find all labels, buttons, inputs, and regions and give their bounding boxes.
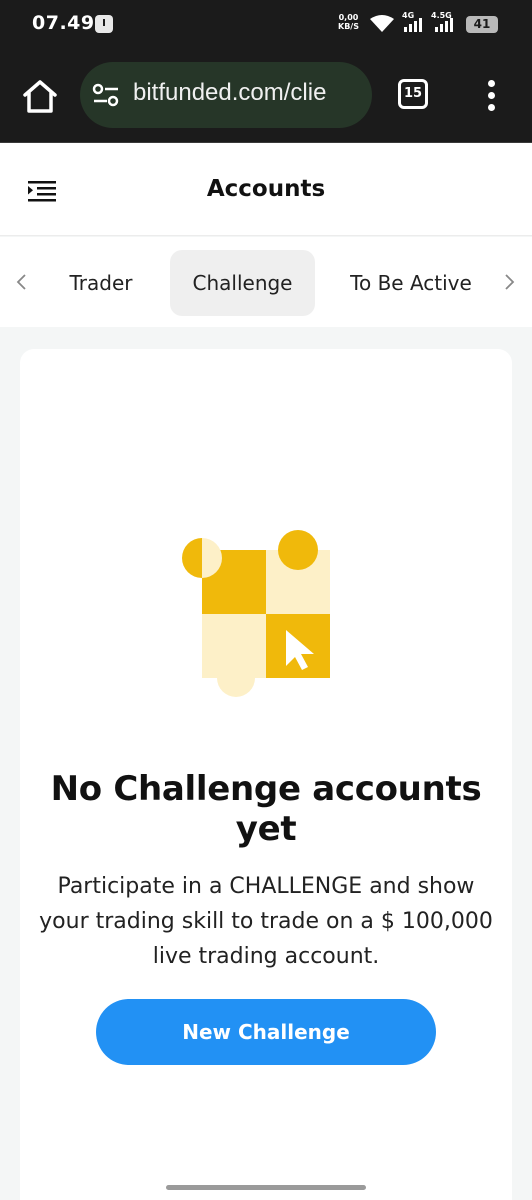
chevron-left-icon[interactable] [15, 273, 29, 291]
empty-state-description-line: Participate in a CHALLENGE and show [57, 874, 475, 899]
tab-trader[interactable]: Trader [46, 250, 156, 316]
app-header: Accounts [0, 143, 532, 236]
empty-state-description: Participate in a CHALLENGE and show your… [20, 869, 512, 974]
more-vertical-icon[interactable] [482, 78, 502, 112]
empty-state-title: No Challenge accounts yet [50, 769, 482, 849]
address-bar[interactable]: bitfunded.com/clie [80, 62, 372, 128]
status-bar: 07.49 0,00 KB/S 4G 4.5G 41 [0, 0, 532, 48]
browser-toolbar: bitfunded.com/clie 15 [0, 48, 532, 143]
url-text[interactable]: bitfunded.com/clie [133, 79, 326, 107]
network-speed-value: 0,00 [338, 13, 359, 22]
new-challenge-button[interactable]: New Challenge [96, 999, 436, 1065]
empty-state-description-line: live trading account. [152, 944, 380, 969]
chevron-right-icon[interactable] [502, 273, 516, 291]
empty-accounts-illustration [182, 530, 330, 697]
signal-45g-icon: 4.5G [431, 11, 457, 34]
tune-icon[interactable] [92, 83, 120, 107]
tab-challenge[interactable]: Challenge [170, 250, 315, 316]
home-button[interactable] [20, 77, 60, 115]
gesture-home-indicator[interactable] [166, 1185, 366, 1190]
network-speed-unit: KB/S [338, 22, 359, 31]
wifi-icon [370, 15, 394, 32]
network-speed: 0,00 KB/S [338, 13, 359, 31]
empty-state-card: No Challenge accounts yet Participate in… [20, 349, 512, 1200]
home-icon [23, 80, 57, 113]
signal-4g-icon: 4G [402, 11, 424, 34]
status-time: 07.49 [32, 12, 95, 34]
battery-icon: 41 [466, 16, 498, 33]
page-title: Accounts [206, 176, 326, 202]
empty-state-description-line: your trading skill to trade on a $ 100,0… [39, 909, 493, 934]
tab-to-be-active[interactable]: To Be Active [333, 250, 489, 316]
clock-app-icon [95, 15, 113, 33]
tab-switcher-button[interactable]: 15 [398, 79, 428, 109]
account-tabs: Trader Challenge To Be Active [0, 237, 532, 327]
